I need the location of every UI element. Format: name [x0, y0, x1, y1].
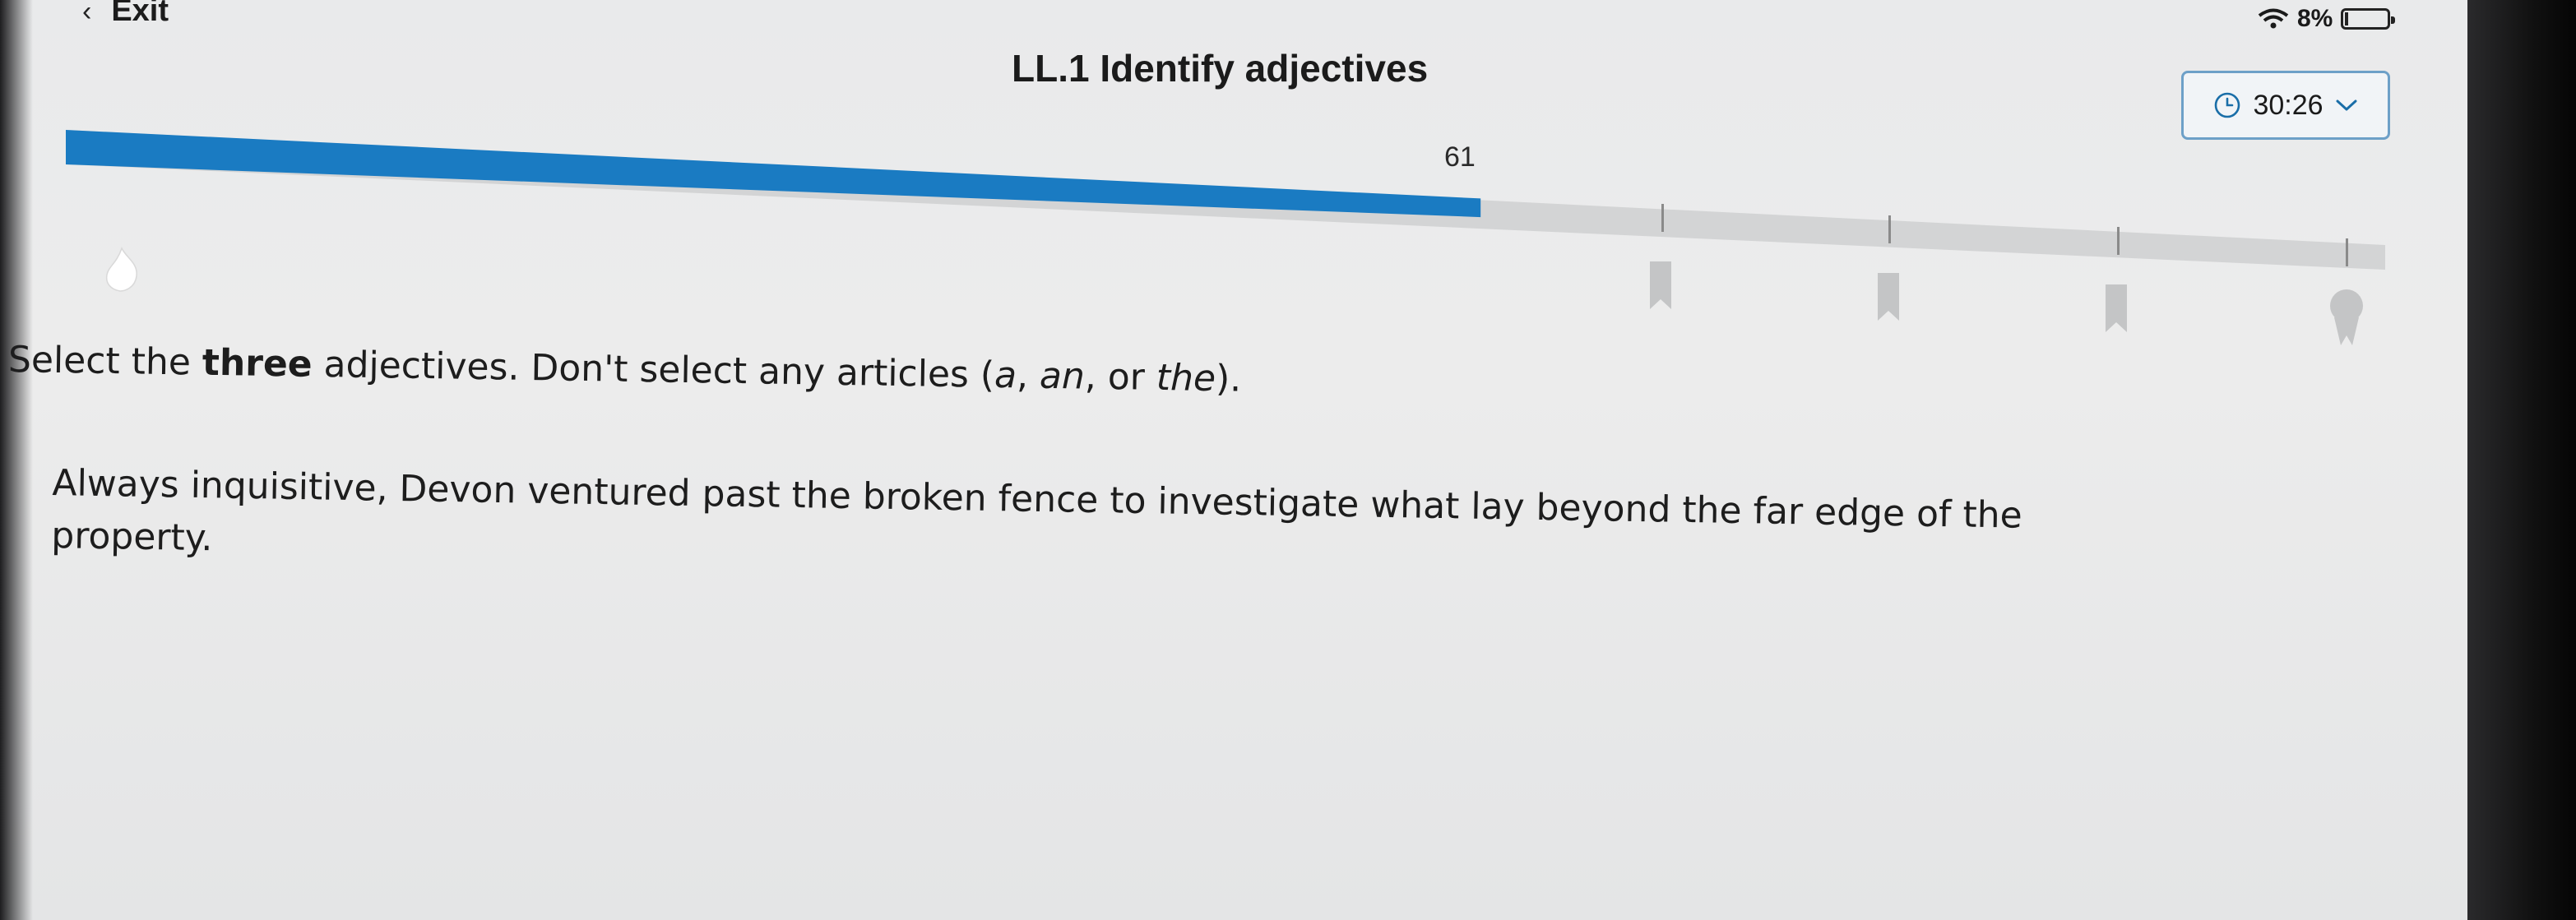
word-option[interactable]: of [1916, 493, 1952, 536]
word-option[interactable]: Devon [399, 468, 517, 511]
word-option[interactable]: property. [51, 515, 213, 559]
milestone-tick [2117, 227, 2120, 255]
word-option[interactable]: lay [1471, 486, 1525, 529]
milestone-tick [2346, 238, 2348, 266]
word-option[interactable]: the [791, 474, 851, 517]
ribbon-icon [2106, 284, 2127, 332]
word-option[interactable]: to [1110, 479, 1147, 522]
article-example: the [1156, 356, 1216, 400]
word-option[interactable]: past [702, 473, 781, 516]
word-option[interactable]: investigate [1157, 480, 1360, 525]
word-option[interactable]: far [1753, 490, 1803, 533]
instruction-emphasis: three [202, 341, 313, 386]
milestone-tick [1888, 215, 1891, 243]
device-bezel-right [2467, 0, 2576, 920]
ribbon-icon [1650, 261, 1671, 309]
word-option[interactable]: edge [1814, 492, 1906, 535]
word-option[interactable]: beyond [1536, 487, 1671, 531]
word-option[interactable]: fence [998, 478, 1099, 521]
instruction-text: , [1016, 354, 1040, 397]
word-option[interactable]: what [1370, 484, 1460, 528]
word-option[interactable]: Always [52, 462, 179, 506]
selectable-sentence: Always inquisitive, Devon ventured past … [51, 457, 2372, 601]
instruction-text: , or [1084, 355, 1157, 399]
milestone-tick [1661, 204, 1664, 232]
ribbon-icon [1878, 273, 1899, 321]
device-bezel-left [0, 0, 33, 920]
word-option[interactable]: ventured [527, 470, 691, 515]
instruction-text: ). [1215, 358, 1242, 400]
progress-bar [66, 130, 2385, 270]
flame-icon [105, 247, 137, 292]
question-instruction: Select the three adjectives. Don't selec… [8, 339, 1242, 400]
word-option[interactable]: the [1682, 489, 1742, 532]
article-example: a [994, 354, 1017, 397]
instruction-text: adjectives. Don't select any articles ( [312, 343, 995, 396]
word-option[interactable]: broken [862, 475, 987, 519]
word-option[interactable]: inquisitive, [190, 465, 388, 510]
award-icon [2330, 289, 2363, 345]
instruction-text: Select the [7, 339, 203, 384]
word-option[interactable]: the [1962, 494, 2022, 537]
app-screen: ‹ Exit 8% LL.1 Identify adjectives 30:26… [0, 0, 2467, 920]
article-example: an [1039, 354, 1086, 398]
